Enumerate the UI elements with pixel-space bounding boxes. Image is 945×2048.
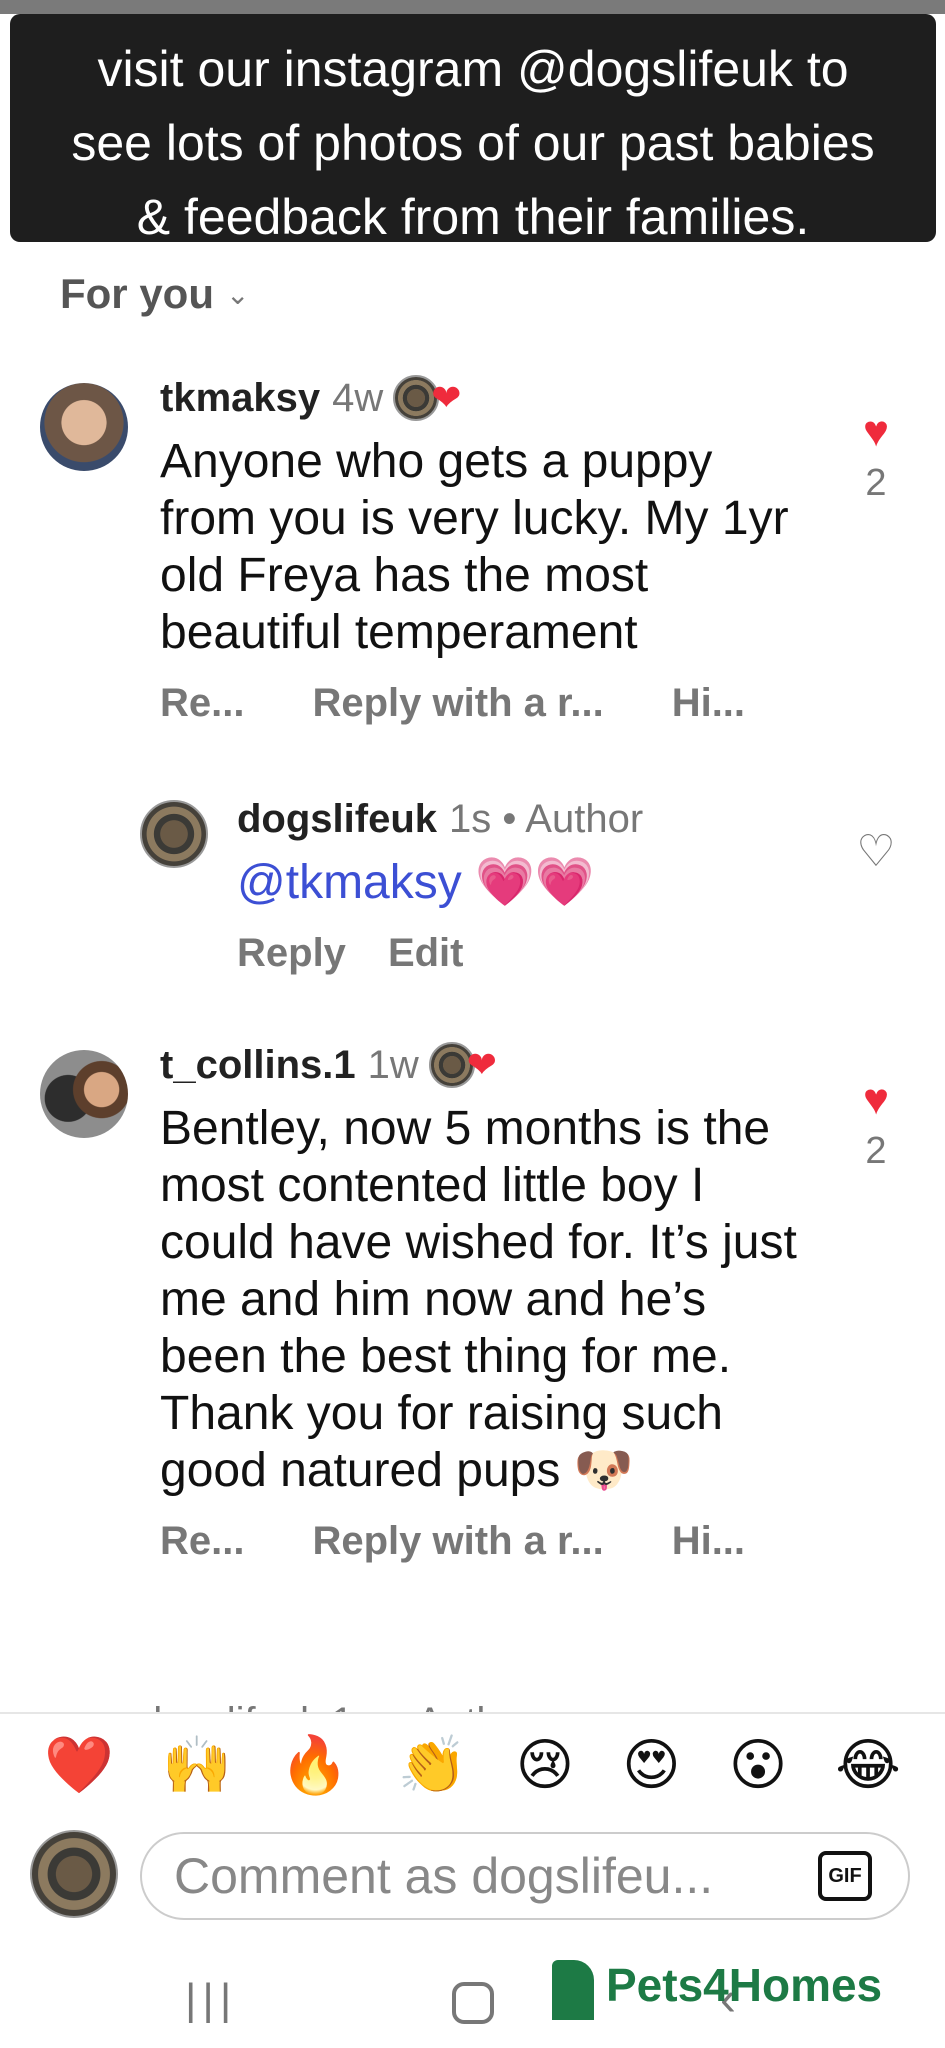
reply-with-reel-button[interactable]: Reply with a r... bbox=[312, 1519, 603, 1564]
comment-tkmaksy: tkmaksy 4w ❤ Anyone who gets a puppy fro… bbox=[160, 375, 800, 726]
like-button[interactable]: ♡ bbox=[846, 830, 906, 874]
current-user-avatar bbox=[30, 1830, 118, 1918]
like-count: 2 bbox=[865, 462, 887, 504]
comment-filter-dropdown[interactable]: For you ⌄ bbox=[60, 270, 249, 318]
reaction-heart-button[interactable]: ❤️ bbox=[44, 1730, 114, 1800]
home-icon[interactable] bbox=[452, 1982, 494, 2024]
comment-emoji: 💗💗 bbox=[475, 856, 595, 909]
watermark-text: Pets4Homes bbox=[606, 1959, 883, 2011]
comment-username[interactable]: tkmaksy bbox=[160, 376, 320, 421]
avatar[interactable] bbox=[140, 800, 208, 868]
story-caption: visit our instagram @dogslifeuk to see l… bbox=[10, 14, 936, 245]
like-count: 2 bbox=[865, 1130, 887, 1172]
reaction-heart-eyes-button[interactable]: 😍 bbox=[622, 1730, 680, 1800]
heart-filled-icon: ♥ bbox=[862, 1075, 890, 1124]
author-liked-heart-icon: ❤ bbox=[466, 1044, 497, 1085]
reaction-fire-button[interactable]: 🔥 bbox=[280, 1730, 350, 1800]
avatar[interactable] bbox=[40, 1050, 128, 1138]
heart-outline-icon: ♡ bbox=[856, 827, 896, 876]
reply-button[interactable]: Re... bbox=[160, 1519, 244, 1564]
comment-username[interactable]: t_collins.1 bbox=[160, 1043, 356, 1088]
gif-button[interactable]: GIF bbox=[818, 1851, 872, 1901]
comment-dogslifeuk: dogslifeuk 1s • Author @tkmaksy 💗💗 Reply… bbox=[237, 797, 797, 976]
pets4homes-watermark: Pets4Homes bbox=[548, 1950, 882, 2020]
like-button[interactable]: ♥ 2 bbox=[846, 410, 906, 505]
chevron-down-icon: ⌄ bbox=[226, 278, 250, 310]
comment-body: Bentley, now 5 months is the most conten… bbox=[160, 1102, 797, 1497]
reaction-cry-button[interactable]: 😢 bbox=[516, 1730, 574, 1800]
comment-body: Anyone who gets a puppy from you is very… bbox=[160, 435, 789, 659]
status-strip bbox=[0, 0, 945, 14]
avatar[interactable] bbox=[40, 383, 128, 471]
comment-time: 4w bbox=[332, 375, 384, 420]
heart-filled-icon: ♥ bbox=[862, 407, 890, 456]
edit-button[interactable]: Edit bbox=[388, 931, 464, 976]
author-liked-heart-icon: ❤ bbox=[431, 377, 461, 418]
hide-button[interactable]: Hi... bbox=[672, 681, 745, 726]
reply-button[interactable]: Reply bbox=[237, 931, 346, 976]
comment-username[interactable]: dogslifeuk bbox=[237, 797, 437, 842]
comment-input[interactable]: Comment as dogslifeu... GIF bbox=[140, 1832, 910, 1920]
divider bbox=[0, 1712, 945, 1714]
reaction-surprised-button[interactable]: 😮 bbox=[729, 1730, 787, 1800]
comment-time: 1w bbox=[367, 1042, 419, 1087]
hide-button[interactable]: Hi... bbox=[672, 1519, 745, 1564]
comment-input-placeholder: Comment as dogslifeu... bbox=[174, 1848, 714, 1904]
reaction-raised-hands-button[interactable]: 🙌 bbox=[162, 1730, 232, 1800]
reply-with-reel-button[interactable]: Reply with a r... bbox=[312, 681, 603, 726]
next-comment-peek: dogslifeuk 1w • Author bbox=[140, 1690, 640, 1714]
filter-label: For you bbox=[60, 270, 214, 317]
reply-button[interactable]: Re... bbox=[160, 681, 244, 726]
like-button[interactable]: ♥ 2 bbox=[846, 1078, 906, 1173]
reaction-clap-button[interactable]: 👏 bbox=[398, 1730, 468, 1800]
system-nav-bar: ||| ‹ Pets4Homes bbox=[0, 1950, 945, 2048]
comment-t-collins: t_collins.1 1w ❤ Bentley, now 5 months i… bbox=[160, 1042, 800, 1564]
recent-apps-icon[interactable]: ||| bbox=[185, 1975, 237, 2025]
pets4homes-logo-icon bbox=[548, 1950, 598, 2020]
reaction-laugh-button[interactable]: 😂 bbox=[835, 1730, 900, 1800]
comment-time-author: 1s • Author bbox=[449, 797, 644, 841]
quick-reactions: ❤️ 🙌 🔥 👏 😢 😍 😮 😂 bbox=[0, 1730, 945, 1800]
mention-link[interactable]: @tkmaksy bbox=[237, 856, 462, 909]
